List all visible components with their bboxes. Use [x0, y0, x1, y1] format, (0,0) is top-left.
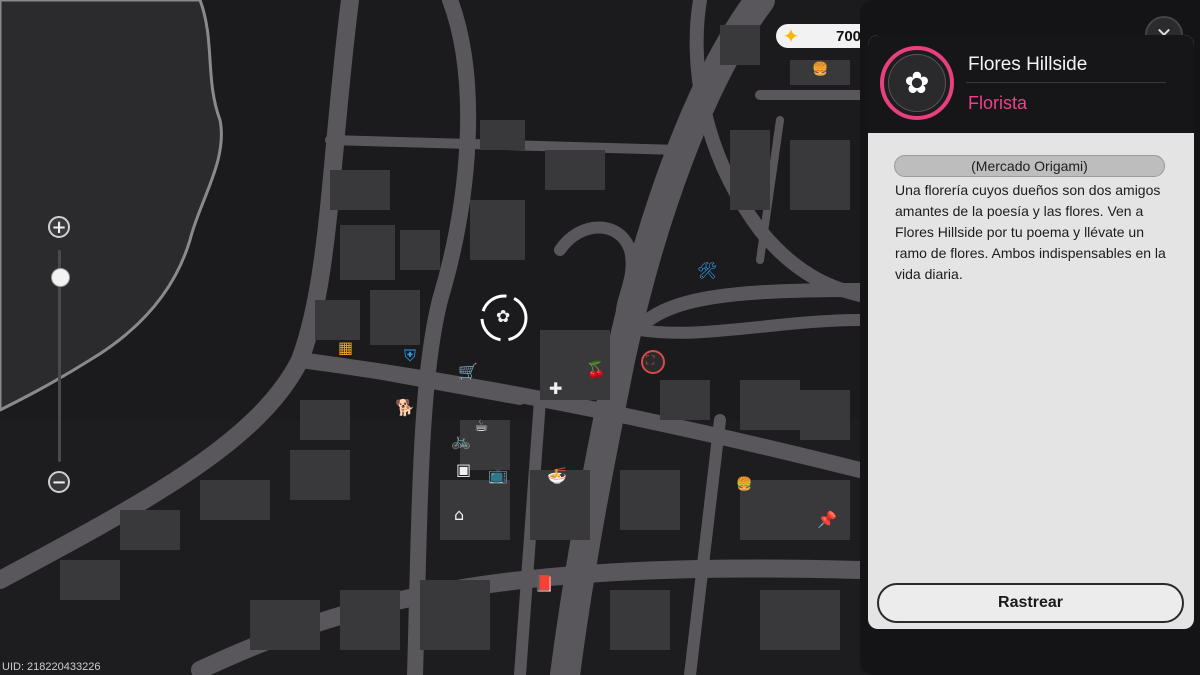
place-card — [868, 35, 1194, 629]
zoom-out-button[interactable]: − — [48, 471, 70, 493]
track-button[interactable]: Rastrear — [877, 583, 1184, 623]
uid-label: UID: 218220433226 — [2, 661, 101, 673]
place-name: Flores Hillside — [968, 54, 1088, 75]
dog-icon[interactable]: 🐕 — [395, 400, 415, 416]
book-icon[interactable]: 📕 — [534, 576, 554, 592]
tools-icon[interactable]: 🛠 — [697, 263, 717, 279]
flower-icon: ✿ — [888, 54, 946, 112]
burger-icon[interactable]: 🍔 — [736, 478, 752, 491]
shield-icon[interactable]: ⛨ — [404, 348, 416, 364]
water-area — [0, 0, 223, 412]
cherries-icon[interactable]: 🍒 — [586, 362, 606, 378]
zoom-slider-thumb[interactable] — [51, 268, 70, 287]
bicycle-icon[interactable]: 🚲 — [451, 433, 471, 449]
tv-icon[interactable]: 📺 — [488, 467, 508, 483]
location-label: (Mercado Origami) — [894, 155, 1165, 177]
zoom-in-button[interactable]: + — [48, 216, 70, 238]
pin-icon[interactable]: 📌 — [817, 512, 837, 528]
shopping-cart-icon[interactable]: 🛒 — [458, 364, 478, 380]
currency-amount: 700 — [836, 27, 862, 45]
place-description: Una florería cuyos dueños son dos amigos… — [895, 182, 1166, 282]
header-divider — [966, 82, 1166, 83]
coffee-icon[interactable]: ☕ — [474, 418, 488, 434]
first-aid-icon[interactable]: ✚ — [549, 381, 562, 397]
flower-shop-icon[interactable]: ✿ — [496, 309, 510, 326]
bowl-icon[interactable]: 🍜 — [547, 468, 567, 484]
place-badge: ✿ — [880, 46, 954, 120]
place-category: Florista — [968, 93, 1028, 113]
polychrome-gem-icon: ✦ — [782, 24, 800, 48]
building-icon[interactable]: ▦ — [338, 340, 353, 356]
washing-machine-icon[interactable]: ▣ — [456, 462, 471, 478]
transit-icon[interactable]: ⛶ — [646, 354, 654, 366]
store-icon[interactable]: ⌂ — [454, 507, 464, 523]
burger-icon[interactable]: 🍔 — [812, 63, 828, 76]
